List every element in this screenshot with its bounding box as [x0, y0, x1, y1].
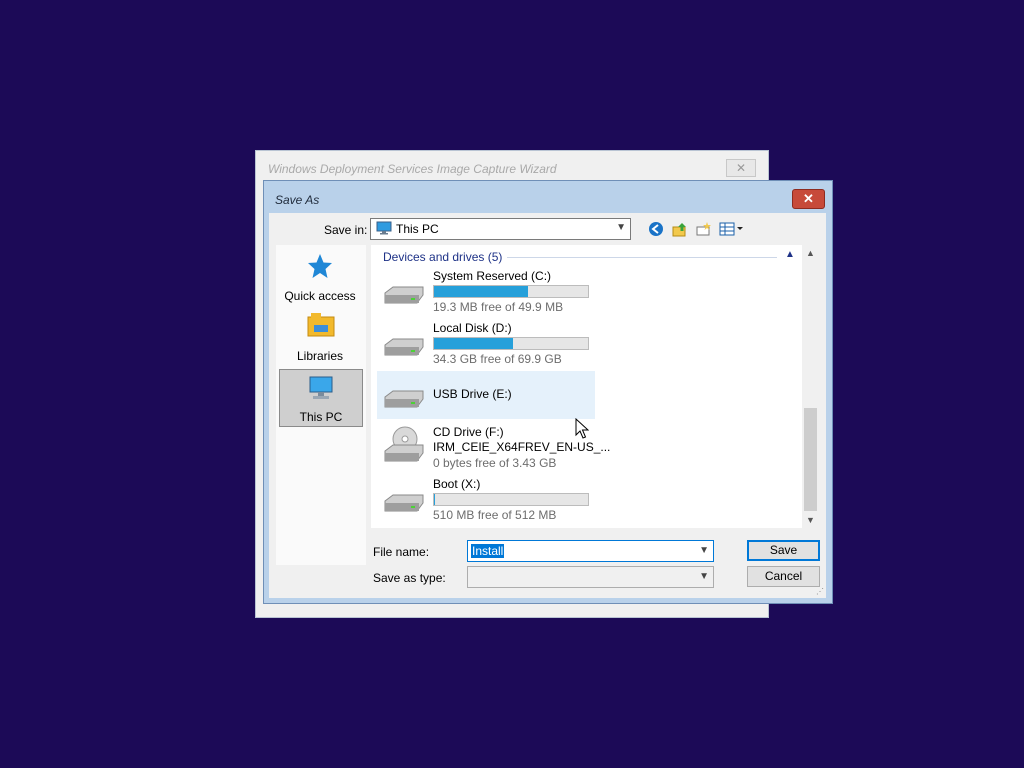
resize-grip[interactable]: ⋰ [816, 587, 824, 596]
chevron-up-icon[interactable]: ▲ [785, 249, 795, 260]
drive-item-x[interactable]: Boot (X:) 510 MB free of 512 MB [377, 475, 595, 523]
save-as-dialog: Save As ✕ Save in: This PC ▼ Quick acces… [263, 180, 833, 604]
dialog-body: Save in: This PC ▼ Quick access Librarie… [269, 213, 826, 598]
save-button[interactable]: Save [747, 540, 820, 561]
drive-name: Boot (X:) [433, 477, 481, 491]
drive-usage-bar [433, 285, 589, 298]
drive-name: Local Disk (D:) [433, 321, 512, 335]
vertical-scrollbar[interactable]: ▲ ▼ [802, 245, 819, 528]
hard-drive-icon [381, 335, 425, 364]
place-this-pc[interactable]: This PC [279, 369, 363, 427]
drive-item-d[interactable]: Local Disk (D:) 34.3 GB free of 69.9 GB [377, 319, 595, 367]
drive-item-e[interactable]: USB Drive (E:) [377, 371, 595, 419]
place-libraries[interactable]: Libraries [279, 309, 361, 365]
libraries-icon [307, 311, 335, 342]
hard-drive-icon [381, 283, 425, 312]
dialog-close-button[interactable]: ✕ [792, 189, 825, 209]
save-in-value: This PC [396, 222, 439, 236]
places-bar: Quick access Libraries This PC [276, 245, 366, 565]
wizard-title: Windows Deployment Services Image Captur… [268, 162, 557, 176]
drive-free-space: 34.3 GB free of 69.9 GB [433, 352, 562, 366]
save-in-label: Save in: [324, 223, 368, 237]
cancel-button[interactable]: Cancel [747, 566, 820, 587]
usb-drive-icon [381, 387, 425, 416]
back-icon[interactable] [647, 220, 665, 238]
dialog-title: Save As [275, 193, 320, 207]
group-header: Devices and drives (5) [383, 250, 503, 264]
drive-usage-fill [434, 494, 435, 505]
drive-free-space: 19.3 MB free of 49.9 MB [433, 300, 564, 314]
chevron-down-icon: ▼ [699, 571, 709, 582]
drive-name: CD Drive (F:) [433, 425, 504, 439]
file-list[interactable]: Devices and drives (5) ▲ System Reserved… [371, 245, 802, 528]
view-menu-icon[interactable] [719, 220, 745, 238]
drive-name: System Reserved (C:) [433, 269, 552, 283]
place-label: This PC [299, 410, 343, 424]
hard-drive-icon [381, 491, 425, 520]
place-label: Quick access [284, 289, 356, 303]
drive-item-f[interactable]: CD Drive (F:) IRM_CEIE_X64FREV_EN-US_...… [377, 423, 610, 471]
this-pc-icon [376, 221, 392, 238]
drive-free-space: 0 bytes free of 3.43 GB [433, 456, 557, 470]
this-pc-icon [306, 375, 336, 406]
save-as-type-dropdown[interactable]: ▼ [467, 566, 714, 588]
scroll-down-icon[interactable]: ▼ [806, 515, 815, 525]
chevron-down-icon: ▼ [616, 222, 626, 233]
drive-name: USB Drive (E:) [433, 387, 512, 401]
scroll-up-icon[interactable]: ▲ [806, 248, 815, 258]
file-name-input[interactable]: Install ▼ [467, 540, 714, 562]
group-divider [507, 257, 777, 258]
save-in-dropdown[interactable]: This PC ▼ [370, 218, 631, 240]
drive-item-c[interactable]: System Reserved (C:) 19.3 MB free of 49.… [377, 267, 595, 315]
up-folder-icon[interactable] [671, 220, 689, 238]
mouse-cursor-icon [575, 417, 590, 443]
scrollbar-thumb[interactable] [804, 408, 817, 511]
star-icon [307, 253, 333, 282]
toolbar [647, 220, 745, 238]
file-name-label: File name: [373, 545, 430, 559]
cd-drive-icon [381, 425, 425, 468]
new-folder-icon[interactable] [695, 220, 713, 238]
drive-usage-bar [433, 337, 589, 350]
save-as-type-label: Save as type: [373, 571, 446, 585]
chevron-down-icon[interactable]: ▼ [699, 545, 709, 556]
place-quick-access[interactable]: Quick access [279, 249, 361, 305]
drive-usage-fill [434, 286, 528, 297]
drive-usage-fill [434, 338, 513, 349]
file-name-value: Install [471, 544, 505, 558]
place-label: Libraries [296, 349, 344, 363]
wizard-close-button[interactable]: ✕ [726, 159, 756, 177]
drive-free-space: 510 MB free of 512 MB [433, 508, 557, 522]
drive-usage-bar [433, 493, 589, 506]
